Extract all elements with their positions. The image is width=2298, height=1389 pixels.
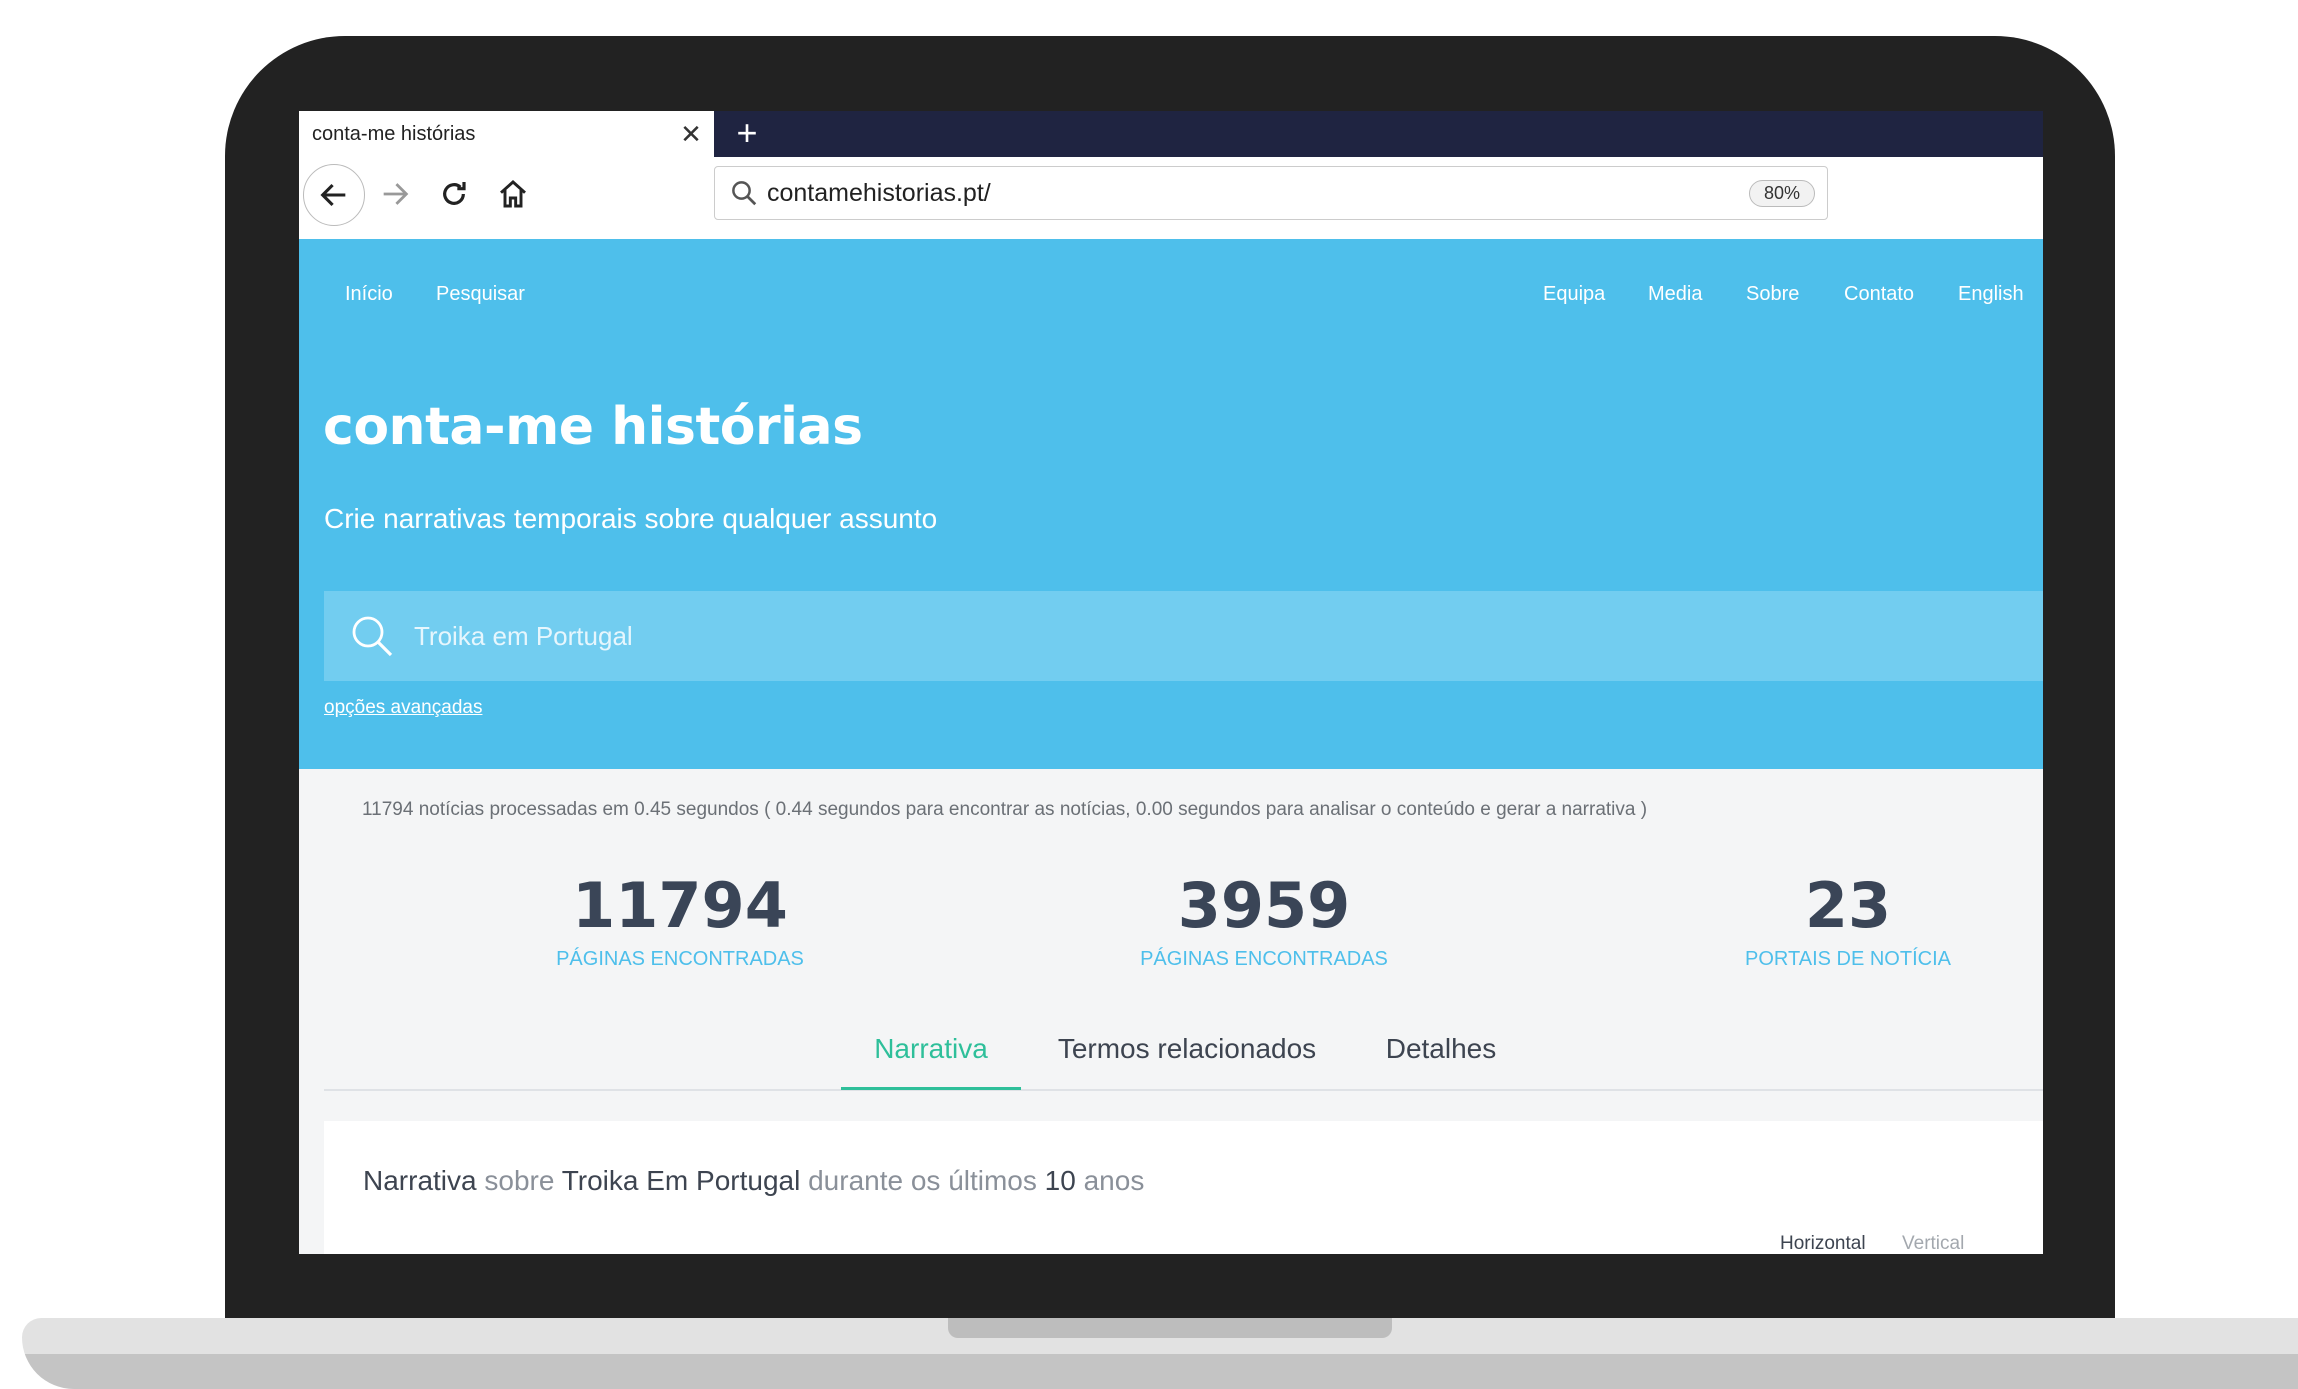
- stat-label: PORTAIS DE NOTÍCIA: [1745, 948, 1951, 970]
- site-title: conta-me histórias: [323, 397, 863, 457]
- browser-tab-title: conta-me histórias: [312, 122, 476, 145]
- stat-pages-found: 11794 PÁGINAS ENCONTRADAS: [460, 869, 900, 971]
- home-icon: [500, 180, 526, 208]
- screen: conta-me histórias ✕ + contamehistorias.…: [299, 111, 2043, 1254]
- narrative-panel: Narrativa sobre Troika Em Portugal duran…: [324, 1121, 2043, 1254]
- search-icon: [732, 181, 757, 206]
- narrative-topic: Troika Em Portugal: [561, 1165, 801, 1196]
- search-input[interactable]: [412, 605, 2043, 667]
- stat-news-portals: 23 PORTAIS DE NOTÍCIA: [1628, 869, 2043, 971]
- tab-detalhes[interactable]: Detalhes: [1376, 1021, 1506, 1087]
- laptop-notch: [948, 1318, 1392, 1338]
- forward-button[interactable]: [365, 164, 425, 224]
- new-tab-button[interactable]: +: [727, 111, 767, 157]
- narrative-heading: Narrativa sobre Troika Em Portugal duran…: [363, 1165, 1144, 1197]
- stat-value: 3959: [1177, 869, 1351, 942]
- reload-icon: [443, 182, 466, 205]
- search-icon: [348, 611, 398, 661]
- home-button[interactable]: [483, 164, 543, 224]
- back-button[interactable]: [303, 164, 365, 226]
- nav-link-pesquisar[interactable]: Pesquisar: [436, 283, 525, 306]
- tab-narrativa[interactable]: Narrativa: [841, 1021, 1021, 1090]
- browser-toolbar: contamehistorias.pt/ 80%: [299, 157, 2043, 240]
- narrative-years: 10: [1044, 1165, 1076, 1196]
- arrow-left-icon: [320, 183, 346, 207]
- narrative-heading-label: Narrativa: [363, 1165, 477, 1196]
- narrative-heading-text: sobre: [484, 1165, 555, 1196]
- processing-summary: 11794 notícias processadas em 0.45 segun…: [362, 799, 1648, 820]
- stat-value: 23: [1804, 869, 1892, 942]
- hero-section: Início Pesquisar Equipa Media Sobre Cont…: [299, 239, 2043, 769]
- tab-termos-relacionados[interactable]: Termos relacionados: [1042, 1021, 1332, 1087]
- advanced-options-link[interactable]: opções avançadas: [324, 697, 482, 719]
- browser-tab-bar: conta-me histórias ✕ +: [299, 111, 2043, 157]
- url-text: contamehistorias.pt/: [767, 178, 991, 207]
- nav-link-contato[interactable]: Contato: [1844, 283, 1914, 306]
- arrow-right-icon: [383, 183, 409, 205]
- close-tab-icon[interactable]: ✕: [668, 119, 714, 150]
- narrative-heading-text: durante os últimos: [808, 1165, 1037, 1196]
- reload-button[interactable]: [424, 164, 484, 224]
- view-vertical-toggle[interactable]: Vertical: [1902, 1233, 1964, 1254]
- site-subtitle: Crie narrativas temporais sobre qualquer…: [324, 503, 938, 534]
- search-box: [324, 591, 2043, 681]
- stat-label: PÁGINAS ENCONTRADAS: [556, 948, 804, 970]
- nav-link-equipa[interactable]: Equipa: [1543, 283, 1605, 306]
- nav-link-media[interactable]: Media: [1648, 283, 1702, 306]
- browser-tab[interactable]: conta-me histórias ✕: [299, 111, 714, 157]
- zoom-level-badge[interactable]: 80%: [1748, 179, 1815, 207]
- nav-link-english[interactable]: English: [1958, 283, 2024, 306]
- stat-label: PÁGINAS ENCONTRADAS: [1140, 948, 1388, 970]
- nav-link-sobre[interactable]: Sobre: [1746, 283, 1799, 306]
- stat-pages-found-2: 3959 PÁGINAS ENCONTRADAS: [1044, 869, 1484, 971]
- nav-link-inicio[interactable]: Início: [345, 283, 393, 306]
- stat-value: 11794: [572, 869, 788, 942]
- content-tabs: Narrativa Termos relacionados Detalhes: [324, 1021, 2043, 1091]
- view-horizontal-toggle[interactable]: Horizontal: [1780, 1233, 1866, 1254]
- address-bar[interactable]: contamehistorias.pt/ 80%: [714, 166, 1828, 220]
- narrative-heading-text: anos: [1083, 1165, 1145, 1196]
